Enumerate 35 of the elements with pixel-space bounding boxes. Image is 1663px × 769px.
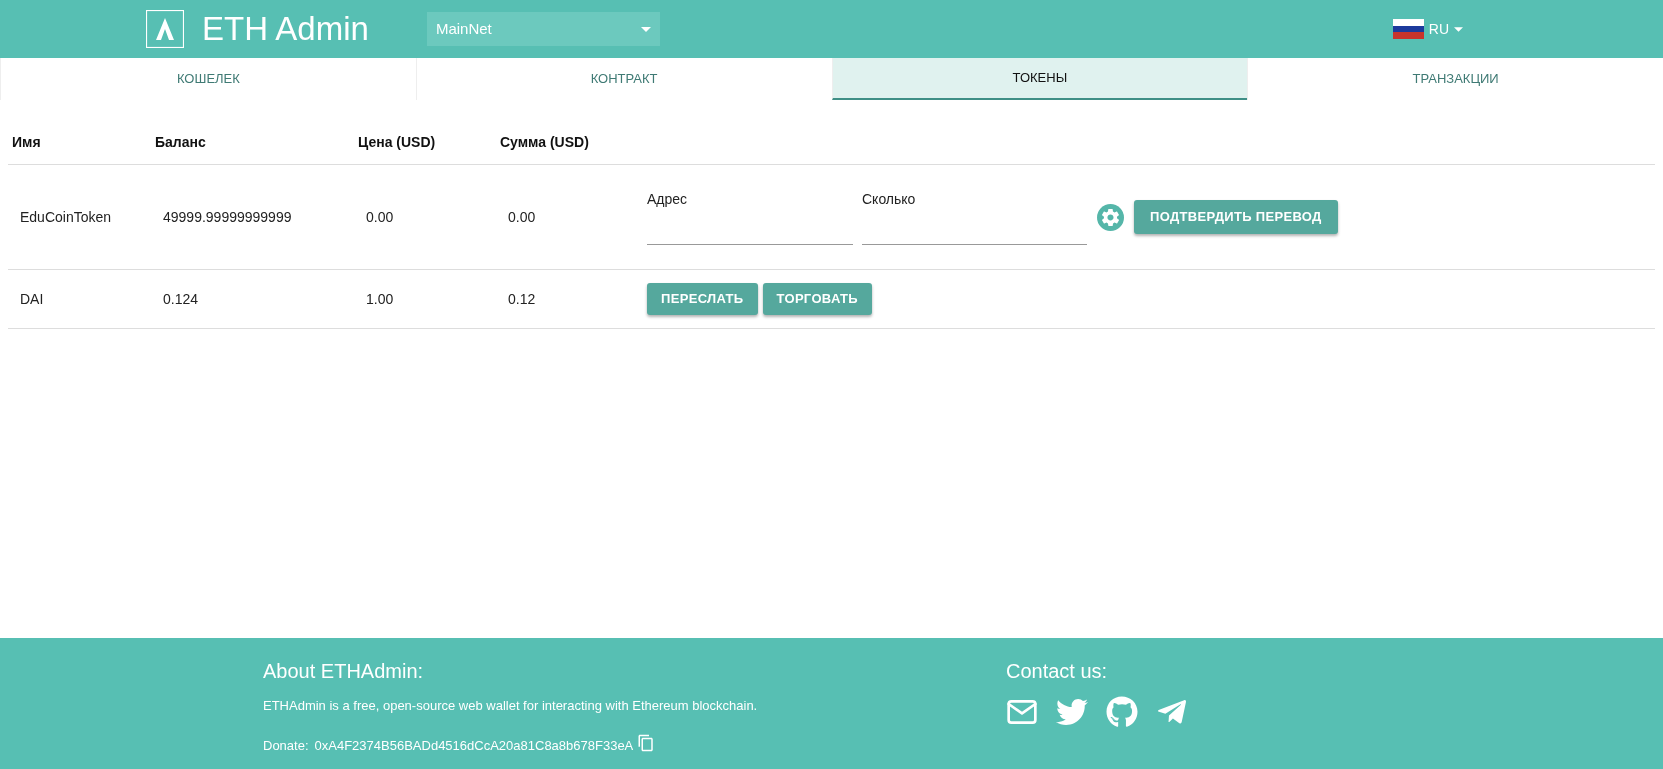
tab[interactable]: ТОКЕНЫ [831,58,1248,100]
tab[interactable]: КОНТРАКТ [415,58,832,100]
action-button[interactable]: ТОРГОВАТЬ [762,283,872,315]
column-header: Сумма (USD) [500,133,589,150]
action-button[interactable]: ПЕРЕСЛАТЬ [647,283,758,315]
input-field[interactable]: Адрес [647,189,853,245]
bird-icon[interactable] [1056,696,1088,728]
column-header: Цена (USD) [358,133,436,150]
table-cell: 0.00 [508,208,536,225]
flag-icon [1392,19,1424,39]
confirm-transfer-button[interactable]: ПОДТВЕРДИТЬ ПЕРЕВОД [1134,200,1338,234]
table-cell: 0.00 [366,208,394,225]
copy-icon[interactable] [637,733,656,752]
footer-text: ETHAdmin is a free, open-source web wallet for interacting with Ethereum blockchain. [263,697,758,715]
logo-icon [146,10,184,48]
tab[interactable]: ТРАНЗАКЦИИ [1247,58,1663,100]
column-header: Баланс [155,133,206,150]
table-cell: 49999.99999999999 [163,208,292,225]
caret-icon [1454,26,1463,32]
table-cell: 0.12 [508,290,536,307]
table-cell: DAI [20,290,44,307]
tab[interactable]: КОШЕЛЕК [0,58,416,100]
table-cell: 1.00 [366,290,394,307]
cat-icon[interactable] [1106,696,1138,728]
settings-icon[interactable] [1097,203,1124,231]
column-header: Имя [12,133,41,150]
app-title: ETH Admin [202,9,369,50]
donate-label: Donate: [263,737,309,755]
footer-title: Contact us: [1006,659,1109,684]
table-cell: 0.124 [163,290,199,307]
donate-address: 0xA4F2374B56BADd4516dCcA20a81C8a8b678F33eA [314,737,634,755]
footer-title: About ETHAdmin: [263,659,425,684]
table-cell: EduCoinToken [20,208,112,225]
input-field[interactable]: Сколько [862,189,1087,245]
caret-icon [640,26,651,32]
